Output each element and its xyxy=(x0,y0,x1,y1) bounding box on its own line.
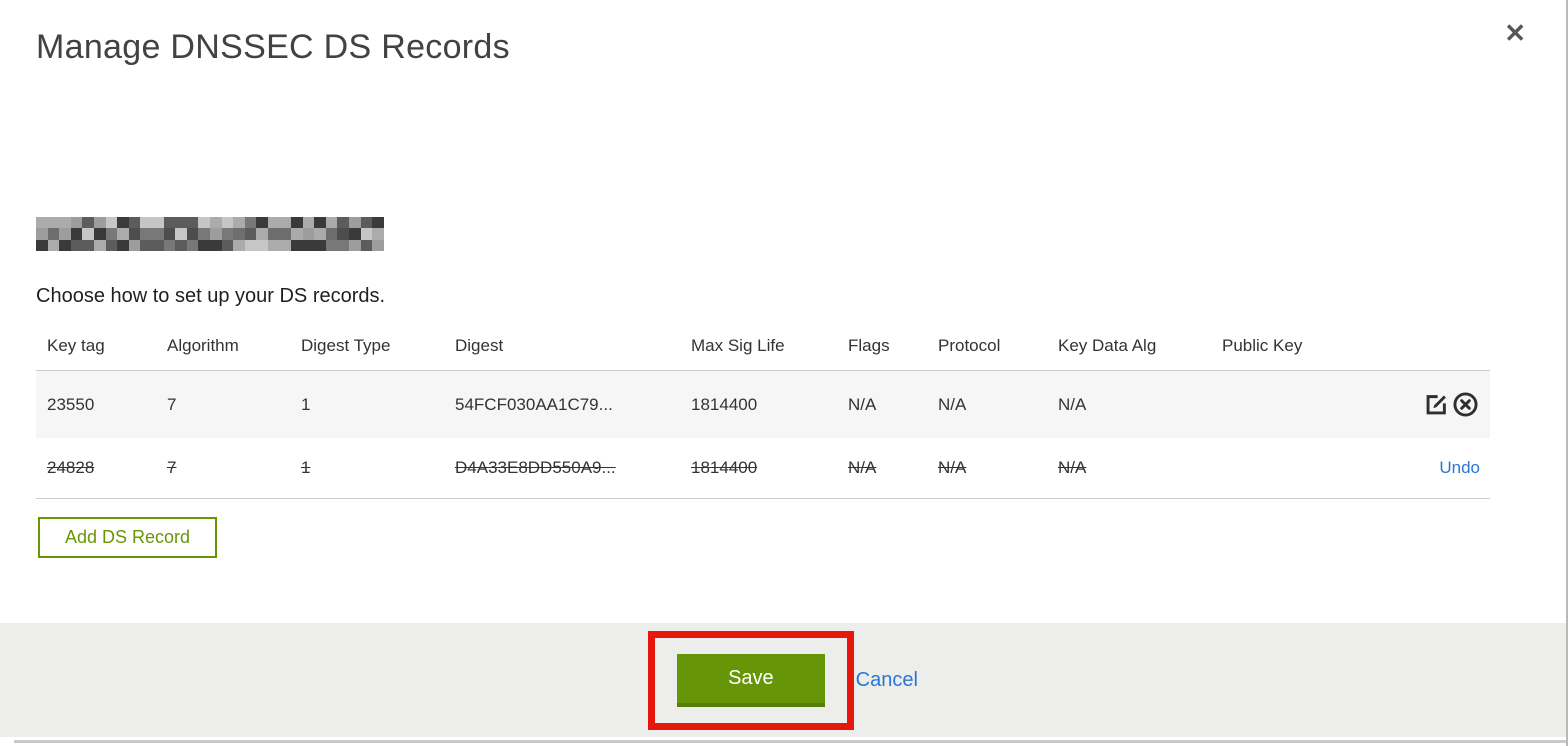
cell-key-data-alg: N/A xyxy=(1058,458,1087,478)
instruction-text: Choose how to set up your DS records. xyxy=(36,285,386,308)
header-max-sig-life: Max Sig Life xyxy=(680,324,837,372)
header-key-tag: Key tag xyxy=(36,324,156,372)
edit-record-button[interactable] xyxy=(1422,391,1451,418)
header-public-key: Public Key xyxy=(1211,324,1319,372)
cell-max-sig-life: 1814400 xyxy=(691,394,758,414)
cell-digest: D4A33E8DD550A9... xyxy=(455,458,616,478)
save-button[interactable]: Save xyxy=(677,653,825,707)
dnssec-modal: Manage DNSSEC DS Records ✕ Choose how to… xyxy=(0,0,1568,746)
cell-digest: 54FCF030AA1C79... xyxy=(455,394,613,414)
cell-protocol: N/A xyxy=(938,458,967,478)
cell-key-tag: 23550 xyxy=(47,394,95,414)
ds-records-table: Key tag Algorithm Digest Type Digest Max… xyxy=(36,324,1490,500)
window-bottom-edge xyxy=(14,740,1566,743)
cell-max-sig-life: 1814400 xyxy=(691,458,758,478)
redacted-domain xyxy=(36,217,385,252)
cell-digest-type: 1 xyxy=(301,458,311,478)
add-ds-record-button[interactable]: Add DS Record xyxy=(38,517,218,559)
cell-algorithm: 7 xyxy=(167,458,177,478)
cell-protocol: N/A xyxy=(938,394,967,414)
cell-flags: N/A xyxy=(848,394,877,414)
edit-icon xyxy=(1423,395,1450,415)
header-actions xyxy=(1319,324,1490,372)
page-title: Manage DNSSEC DS Records xyxy=(36,28,510,66)
header-key-data-alg: Key Data Alg xyxy=(1047,324,1211,372)
delete-record-button[interactable] xyxy=(1451,391,1480,418)
delete-icon xyxy=(1452,392,1479,417)
table-row: 23550 7 1 54FCF030AA1C79... 1814400 N/A … xyxy=(36,370,1490,439)
undo-link[interactable]: Undo xyxy=(1439,458,1480,477)
header-flags: Flags xyxy=(837,324,927,372)
cell-key-tag: 24828 xyxy=(47,458,95,478)
header-algorithm: Algorithm xyxy=(156,324,290,372)
table-header-row: Key tag Algorithm Digest Type Digest Max… xyxy=(36,324,1490,372)
cell-digest-type: 1 xyxy=(301,394,311,414)
annotation-highlight: Save xyxy=(648,630,854,730)
cell-flags: N/A xyxy=(848,458,877,478)
modal-footer: Save Cancel xyxy=(0,623,1566,737)
cell-key-data-alg: N/A xyxy=(1058,394,1087,414)
cancel-link[interactable]: Cancel xyxy=(856,669,918,692)
header-digest: Digest xyxy=(444,324,680,372)
header-protocol: Protocol xyxy=(927,324,1047,372)
close-icon[interactable]: ✕ xyxy=(1504,20,1526,46)
table-row: 24828 7 1 D4A33E8DD550A9... 1814400 N/A … xyxy=(36,438,1490,500)
cell-algorithm: 7 xyxy=(167,394,177,414)
header-digest-type: Digest Type xyxy=(290,324,444,372)
